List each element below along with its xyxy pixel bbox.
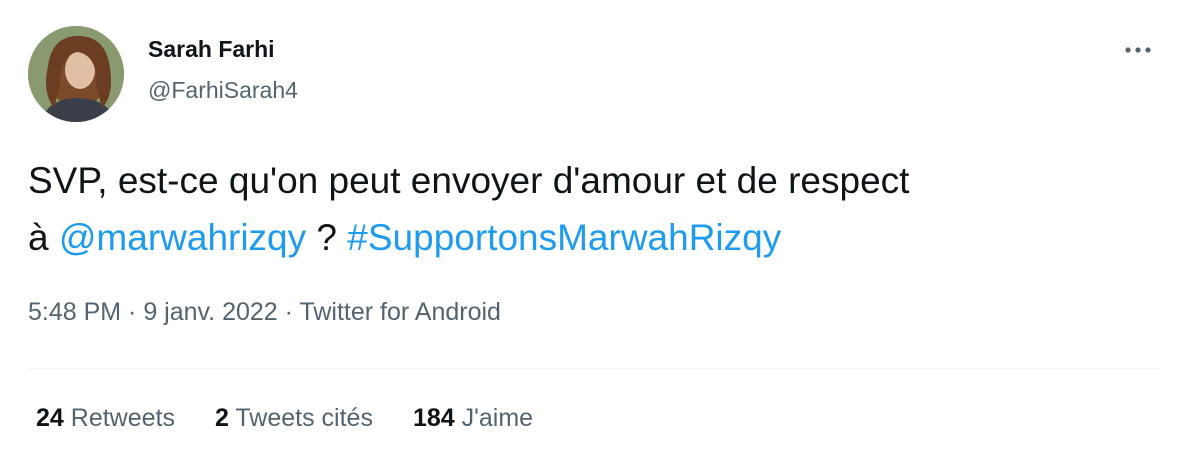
more-options-button[interactable] bbox=[1118, 40, 1158, 60]
tweet-date[interactable]: 9 janv. 2022 bbox=[143, 298, 277, 326]
tweet-text-prefix: à bbox=[28, 217, 59, 258]
likes-count: 184 bbox=[412, 404, 455, 432]
engagement-stats: 24 Retweets 2 Tweets cités 184 J'aime bbox=[36, 404, 533, 433]
likes-label: J'aime bbox=[461, 404, 534, 432]
tweet-source[interactable]: Twitter for Android bbox=[299, 298, 500, 326]
meta-separator: · bbox=[121, 298, 144, 326]
tweet-text: SVP, est-ce qu'on peut envoyer d'amour e… bbox=[28, 152, 1148, 266]
profile-photo-icon bbox=[28, 26, 124, 122]
author-name[interactable]: Sarah Farhi bbox=[148, 36, 275, 63]
tweet-time[interactable]: 5:48 PM bbox=[28, 298, 121, 326]
quotes-label: Tweets cités bbox=[235, 404, 373, 432]
retweets-count: 24 bbox=[36, 404, 64, 432]
quotes-count: 2 bbox=[214, 404, 229, 432]
mention-link[interactable]: @marwahrizqy bbox=[59, 217, 306, 258]
tweet-text-middle: ? bbox=[306, 217, 348, 258]
more-horizontal-icon bbox=[1125, 47, 1151, 53]
retweets-label: Retweets bbox=[70, 404, 175, 432]
hashtag-link[interactable]: #SupportonsMarwahRizqy bbox=[347, 217, 781, 258]
tweet-meta: 5:48 PM · 9 janv. 2022 · Twitter for And… bbox=[28, 298, 501, 327]
likes-stat[interactable]: 184 J'aime bbox=[413, 404, 533, 433]
divider bbox=[28, 368, 1160, 369]
retweets-stat[interactable]: 24 Retweets bbox=[36, 404, 175, 433]
avatar[interactable] bbox=[28, 26, 124, 122]
tweet-text-line: SVP, est-ce qu'on peut envoyer d'amour e… bbox=[28, 160, 910, 201]
quote-tweets-stat[interactable]: 2 Tweets cités bbox=[215, 404, 373, 433]
meta-separator: · bbox=[277, 298, 300, 326]
author-handle[interactable]: @FarhiSarah4 bbox=[148, 77, 298, 104]
